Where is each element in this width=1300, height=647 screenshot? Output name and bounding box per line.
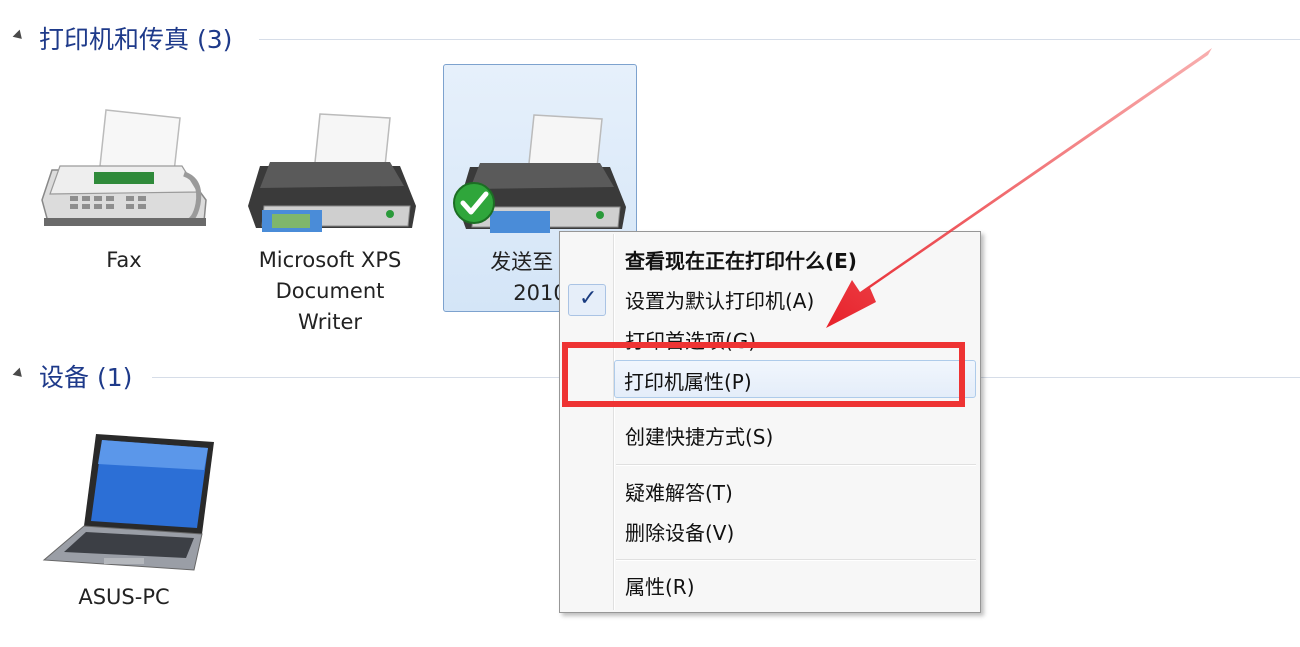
annotation-arrow-icon xyxy=(826,48,1212,328)
